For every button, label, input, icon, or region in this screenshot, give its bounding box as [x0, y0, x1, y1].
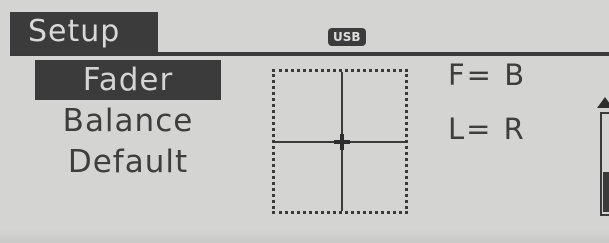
page-title: Setup	[10, 12, 158, 52]
usb-source-badge: USB	[328, 28, 366, 46]
audio-setup-screen: Setup USB Fader Balance Default F= B L= …	[0, 0, 609, 243]
fader-balance-grid[interactable]	[272, 69, 408, 214]
position-cursor-icon-vertical	[340, 134, 344, 150]
menu-item-fader[interactable]: Fader	[35, 60, 221, 100]
setup-menu: Fader Balance Default	[35, 60, 225, 183]
scrollbar-thumb[interactable]	[603, 172, 609, 212]
balance-readout: L= R	[448, 112, 526, 146]
scroll-up-icon[interactable]	[597, 97, 609, 108]
menu-item-default[interactable]: Default	[35, 142, 221, 182]
title-bar: Setup USB	[10, 12, 609, 56]
menu-item-balance[interactable]: Balance	[35, 101, 221, 141]
fader-readout: F= B	[448, 58, 527, 92]
bottom-edge	[0, 230, 609, 243]
